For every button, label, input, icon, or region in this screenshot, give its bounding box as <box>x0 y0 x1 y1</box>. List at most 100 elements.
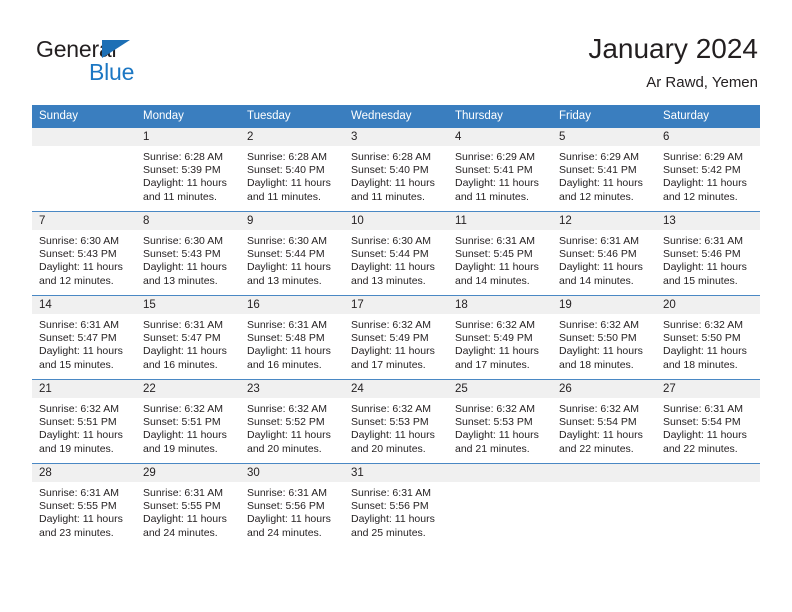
sunrise-text: Sunrise: 6:30 AM <box>351 235 431 247</box>
daylight-text-line1: Daylight: 11 hours <box>39 345 123 358</box>
calendar-day-cell[interactable]: 5 Sunrise: 6:29 AM Sunset: 5:41 PM Daylight… <box>552 128 656 212</box>
day-number: 11 <box>448 212 552 230</box>
calendar-day-cell[interactable]: 13 Sunrise: 6:31 AM Sunset: 5:46 PM Dayligh… <box>656 211 760 296</box>
calendar-day-cell[interactable]: 18 Sunrise: 6:32 AM Sunset: 5:49 PM Dayligh… <box>448 295 552 380</box>
calendar-day-cell[interactable]: 4 Sunrise: 6:29 AM Sunset: 5:41 PM Daylight… <box>448 128 552 212</box>
page-title: January 2024 <box>588 33 758 64</box>
daylight-text-line2: and 24 minutes. <box>143 526 218 539</box>
sunrise-text: Sunrise: 6:30 AM <box>247 235 327 247</box>
day-detail: Sunrise: 6:31 AM Sunset: 5:48 PM Daylight:… <box>240 314 344 372</box>
daylight-text-line1: Daylight: 11 hours <box>559 345 643 358</box>
calendar-day-cell[interactable]: 21 Sunrise: 6:32 AM Sunset: 5:51 PM Dayligh… <box>32 379 136 464</box>
calendar-day-cell[interactable]: 20 Sunrise: 6:32 AM Sunset: 5:50 PM Dayligh… <box>656 295 760 380</box>
calendar-day-cell[interactable]: 6 Sunrise: 6:29 AM Sunset: 5:42 PM Daylight… <box>656 128 760 212</box>
calendar-day-cell[interactable]: 3 Sunrise: 6:28 AM Sunset: 5:40 PM Daylight… <box>344 128 448 212</box>
calendar-day-cell[interactable]: 7 Sunrise: 6:30 AM Sunset: 5:43 PM Daylight… <box>32 211 136 296</box>
daylight-text-line2: and 11 minutes. <box>143 190 217 203</box>
day-detail: Sunrise: 6:30 AM Sunset: 5:44 PM Daylight:… <box>240 230 344 288</box>
title-block: January 2024 Ar Rawd, Yemen <box>588 32 758 94</box>
daylight-text-line2: and 24 minutes. <box>247 526 322 539</box>
day-detail: Sunrise: 6:30 AM Sunset: 5:43 PM Daylight:… <box>32 230 136 288</box>
calendar-day-cell[interactable]: 1 Sunrise: 6:28 AM Sunset: 5:39 PM Daylight… <box>136 128 240 212</box>
day-number: 23 <box>240 380 344 398</box>
daylight-text-line1: Daylight: 11 hours <box>143 345 227 358</box>
sunrise-text: Sunrise: 6:31 AM <box>143 487 223 499</box>
day-detail: Sunrise: 6:28 AM Sunset: 5:40 PM Daylight:… <box>240 146 344 204</box>
day-number: 5 <box>552 128 656 146</box>
sunrise-text: Sunrise: 6:32 AM <box>455 319 535 331</box>
calendar-week-row: 7 Sunrise: 6:30 AM Sunset: 5:43 PM Daylight… <box>32 211 760 296</box>
day-number: 29 <box>136 464 240 482</box>
calendar-day-cell[interactable]: 26 Sunrise: 6:32 AM Sunset: 5:54 PM Dayligh… <box>552 379 656 464</box>
calendar-week-row: 14 Sunrise: 6:31 AM Sunset: 5:47 PM Dayligh… <box>32 295 760 380</box>
daylight-text-line2: and 13 minutes. <box>143 274 218 287</box>
brand-logo[interactable]: General Blue <box>36 36 236 90</box>
calendar-day-cell[interactable]: 17 Sunrise: 6:32 AM Sunset: 5:49 PM Dayligh… <box>344 295 448 380</box>
calendar-day-cell[interactable]: 15 Sunrise: 6:31 AM Sunset: 5:47 PM Dayligh… <box>136 295 240 380</box>
sunrise-text: Sunrise: 6:31 AM <box>247 487 327 499</box>
day-detail: Sunrise: 6:31 AM Sunset: 5:54 PM Daylight:… <box>656 398 760 456</box>
sunset-text: Sunset: 5:53 PM <box>351 416 429 429</box>
sunrise-text: Sunrise: 6:31 AM <box>247 319 327 331</box>
calendar-day-cell[interactable]: 14 Sunrise: 6:31 AM Sunset: 5:47 PM Dayligh… <box>32 295 136 380</box>
daylight-text-line1: Daylight: 11 hours <box>143 429 227 442</box>
calendar-day-cell[interactable]: 22 Sunrise: 6:32 AM Sunset: 5:51 PM Dayligh… <box>136 379 240 464</box>
daylight-text-line1: Daylight: 11 hours <box>351 345 435 358</box>
daylight-text-line1: Daylight: 11 hours <box>143 513 227 526</box>
sunrise-text: Sunrise: 6:28 AM <box>143 151 223 163</box>
calendar-day-cell[interactable]: 2 Sunrise: 6:28 AM Sunset: 5:40 PM Daylight… <box>240 128 344 212</box>
sunset-text: Sunset: 5:43 PM <box>39 248 117 261</box>
daylight-text-line1: Daylight: 11 hours <box>663 177 747 190</box>
day-number: 21 <box>32 380 136 398</box>
calendar-day-cell[interactable]: 30 Sunrise: 6:31 AM Sunset: 5:56 PM Dayligh… <box>240 463 344 547</box>
day-number <box>656 464 760 482</box>
day-detail: Sunrise: 6:30 AM Sunset: 5:43 PM Daylight:… <box>136 230 240 288</box>
day-detail: Sunrise: 6:31 AM Sunset: 5:56 PM Daylight:… <box>344 482 448 540</box>
calendar-week-row: 1 Sunrise: 6:28 AM Sunset: 5:39 PM Daylight… <box>32 128 760 212</box>
weekday-header-friday: Friday <box>552 105 656 128</box>
sunset-text: Sunset: 5:55 PM <box>39 500 117 513</box>
calendar-day-cell[interactable]: 24 Sunrise: 6:32 AM Sunset: 5:53 PM Dayligh… <box>344 379 448 464</box>
calendar-day-cell[interactable]: 31 Sunrise: 6:31 AM Sunset: 5:56 PM Dayligh… <box>344 463 448 547</box>
day-number <box>552 464 656 482</box>
calendar-day-cell[interactable]: 12 Sunrise: 6:31 AM Sunset: 5:46 PM Dayligh… <box>552 211 656 296</box>
day-detail: Sunrise: 6:31 AM Sunset: 5:56 PM Daylight:… <box>240 482 344 540</box>
day-detail: Sunrise: 6:30 AM Sunset: 5:44 PM Daylight:… <box>344 230 448 288</box>
day-number: 25 <box>448 380 552 398</box>
calendar-day-cell[interactable]: 11 Sunrise: 6:31 AM Sunset: 5:45 PM Dayligh… <box>448 211 552 296</box>
calendar-day-cell[interactable]: 23 Sunrise: 6:32 AM Sunset: 5:52 PM Dayligh… <box>240 379 344 464</box>
calendar-day-cell[interactable]: 19 Sunrise: 6:32 AM Sunset: 5:50 PM Dayligh… <box>552 295 656 380</box>
sunrise-text: Sunrise: 6:29 AM <box>455 151 535 163</box>
calendar-day-cell[interactable]: 8 Sunrise: 6:30 AM Sunset: 5:43 PM Daylight… <box>136 211 240 296</box>
sunrise-text: Sunrise: 6:31 AM <box>559 235 639 247</box>
daylight-text-line2: and 19 minutes. <box>143 442 218 455</box>
calendar-day-cell[interactable]: 10 Sunrise: 6:30 AM Sunset: 5:44 PM Dayligh… <box>344 211 448 296</box>
sunrise-text: Sunrise: 6:32 AM <box>351 319 431 331</box>
day-number: 13 <box>656 212 760 230</box>
daylight-text-line1: Daylight: 11 hours <box>247 345 331 358</box>
calendar-day-cell-empty <box>448 463 552 547</box>
calendar-table: Sunday Monday Tuesday Wednesday Thursday… <box>32 105 760 547</box>
calendar-day-cell[interactable]: 29 Sunrise: 6:31 AM Sunset: 5:55 PM Dayligh… <box>136 463 240 547</box>
day-detail: Sunrise: 6:28 AM Sunset: 5:39 PM Daylight:… <box>136 146 240 204</box>
daylight-text-line1: Daylight: 11 hours <box>455 345 539 358</box>
sunset-text: Sunset: 5:49 PM <box>351 332 429 345</box>
day-detail: Sunrise: 6:32 AM Sunset: 5:50 PM Daylight:… <box>552 314 656 372</box>
calendar-week-row: 21 Sunrise: 6:32 AM Sunset: 5:51 PM Dayligh… <box>32 379 760 464</box>
day-detail: Sunrise: 6:31 AM Sunset: 5:46 PM Daylight:… <box>552 230 656 288</box>
calendar-day-cell[interactable]: 25 Sunrise: 6:32 AM Sunset: 5:53 PM Dayligh… <box>448 379 552 464</box>
daylight-text-line2: and 23 minutes. <box>39 526 114 539</box>
daylight-text-line2: and 25 minutes. <box>351 526 426 539</box>
brand-name-blue: Blue <box>89 59 135 85</box>
sunrise-text: Sunrise: 6:31 AM <box>39 487 119 499</box>
sunset-text: Sunset: 5:55 PM <box>143 500 221 513</box>
calendar-day-cell[interactable]: 16 Sunrise: 6:31 AM Sunset: 5:48 PM Dayligh… <box>240 295 344 380</box>
day-detail: Sunrise: 6:32 AM Sunset: 5:54 PM Daylight:… <box>552 398 656 456</box>
weekday-header-saturday: Saturday <box>656 105 760 128</box>
calendar-day-cell-empty <box>32 128 136 212</box>
calendar-day-cell[interactable]: 27 Sunrise: 6:31 AM Sunset: 5:54 PM Dayligh… <box>656 379 760 464</box>
calendar-day-cell[interactable]: 28 Sunrise: 6:31 AM Sunset: 5:55 PM Dayligh… <box>32 463 136 547</box>
calendar-day-cell[interactable]: 9 Sunrise: 6:30 AM Sunset: 5:44 PM Daylight… <box>240 211 344 296</box>
sunset-text: Sunset: 5:47 PM <box>39 332 117 345</box>
day-number: 17 <box>344 296 448 314</box>
